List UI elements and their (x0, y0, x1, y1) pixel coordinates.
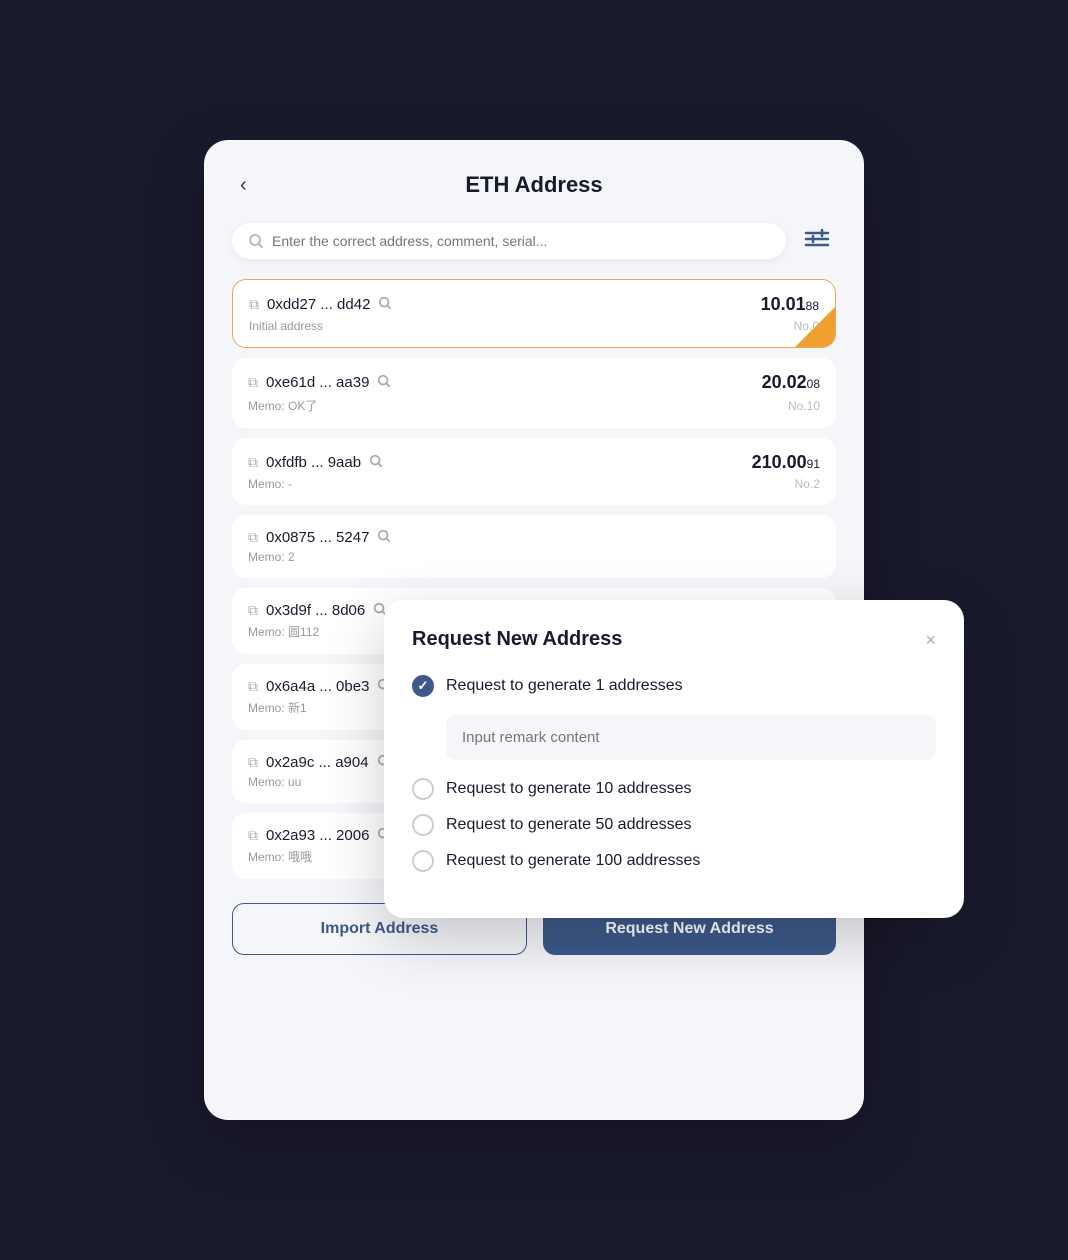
radio-label: Request to generate 50 addresses (446, 816, 692, 834)
modal: Request New Address × Request to generat… (384, 600, 964, 918)
radio-label: Request to generate 100 addresses (446, 852, 700, 870)
copy-icon[interactable]: ⧉ (249, 296, 259, 313)
address-text: 0x2a9c ... a904 (266, 754, 369, 771)
address-text: 0x2a93 ... 2006 (266, 827, 369, 844)
radio-option-3[interactable]: Request to generate 100 addresses (412, 850, 936, 872)
radio-option-1[interactable]: Request to generate 10 addresses (412, 778, 936, 800)
memo-text: Memo: OK了 (248, 397, 317, 414)
address-text: 0x6a4a ... 0be3 (266, 678, 369, 695)
header: ‹ ETH Address (232, 172, 836, 198)
memo-text: Memo: 圆112 (248, 623, 319, 640)
radio-circle (412, 814, 434, 836)
copy-icon[interactable]: ⧉ (248, 827, 258, 844)
search-box (232, 223, 786, 259)
modal-close-button[interactable]: × (925, 631, 936, 649)
search-icon (248, 233, 264, 249)
address-text: 0x0875 ... 5247 (266, 529, 369, 546)
copy-icon[interactable]: ⧉ (248, 678, 258, 695)
no-label: No.2 (795, 477, 820, 491)
address-search-icon[interactable] (369, 454, 383, 471)
radio-label: Request to generate 10 addresses (446, 780, 692, 798)
modal-header: Request New Address × (412, 628, 936, 651)
filter-button[interactable] (798, 222, 836, 259)
modal-option: Request to generate 1 addresses (412, 675, 936, 778)
active-badge (795, 307, 835, 347)
remark-input[interactable] (446, 715, 936, 760)
amount: 210.0091 (752, 452, 820, 473)
modal-options: Request to generate 1 addresses Request t… (412, 675, 936, 872)
search-input[interactable] (272, 233, 770, 249)
memo-text: Memo: 新1 (248, 699, 307, 716)
copy-icon[interactable]: ⧉ (248, 454, 258, 471)
back-button[interactable]: ‹ (232, 170, 255, 201)
radio-circle (412, 850, 434, 872)
modal-option: Request to generate 10 addresses (412, 778, 936, 800)
copy-icon[interactable]: ⧉ (248, 754, 258, 771)
modal-title: Request New Address (412, 628, 622, 651)
filter-icon (804, 228, 830, 250)
address-item[interactable]: ⧉ 0x0875 ... 5247 Memo: 2 (232, 515, 836, 578)
memo-text: Memo: uu (248, 775, 301, 789)
modal-option: Request to generate 50 addresses (412, 814, 936, 836)
amount: 20.0208 (762, 372, 820, 393)
copy-icon[interactable]: ⧉ (248, 374, 258, 391)
address-item[interactable]: ⧉ 0xfdfb ... 9aab 210.0091 Memo: - No.2 (232, 438, 836, 505)
copy-icon[interactable]: ⧉ (248, 602, 258, 619)
address-text: 0x3d9f ... 8d06 (266, 602, 365, 619)
radio-option-2[interactable]: Request to generate 50 addresses (412, 814, 936, 836)
address-item[interactable]: ⧉ 0xdd27 ... dd42 10.0188 Initial addres… (232, 279, 836, 348)
address-search-icon[interactable] (378, 296, 392, 313)
memo-text: Memo: - (248, 477, 292, 491)
radio-circle (412, 675, 434, 697)
radio-option-0[interactable]: Request to generate 1 addresses (412, 675, 936, 697)
radio-label: Request to generate 1 addresses (446, 677, 683, 695)
memo-text: Initial address (249, 319, 323, 333)
address-text: 0xdd27 ... dd42 (267, 296, 370, 313)
memo-text: Memo: 哦哦 (248, 848, 312, 865)
search-row (232, 222, 836, 259)
radio-circle (412, 778, 434, 800)
address-text: 0xfdfb ... 9aab (266, 454, 361, 471)
address-item[interactable]: ⧉ 0xe61d ... aa39 20.0208 Memo: OK了 No.1… (232, 358, 836, 428)
main-card: ‹ ETH Address ⧉ 0xdd27 (204, 140, 864, 1120)
address-text: 0xe61d ... aa39 (266, 374, 369, 391)
address-search-icon[interactable] (377, 374, 391, 391)
address-search-icon[interactable] (377, 529, 391, 546)
memo-text: Memo: 2 (248, 550, 295, 564)
copy-icon[interactable]: ⧉ (248, 529, 258, 546)
modal-option: Request to generate 100 addresses (412, 850, 936, 872)
no-label: No.10 (788, 399, 820, 413)
page-title: ETH Address (465, 172, 602, 198)
